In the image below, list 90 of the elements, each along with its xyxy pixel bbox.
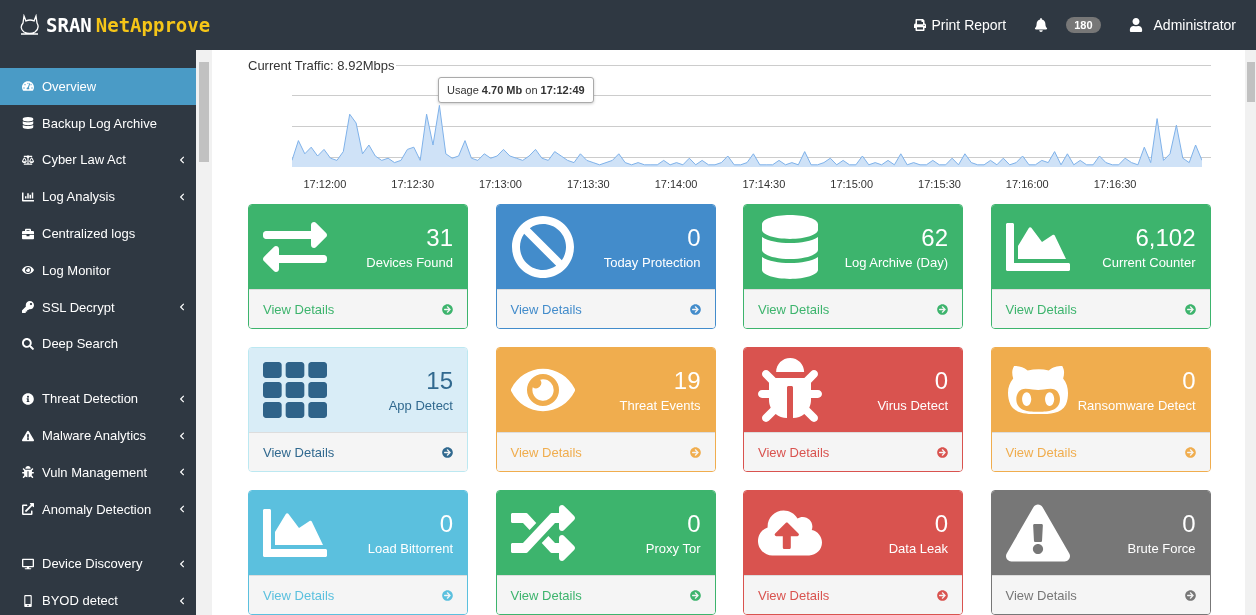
prohibited-icon — [510, 215, 575, 279]
stat-value: 6,102 — [1135, 224, 1196, 252]
arrow-right-icon — [937, 303, 948, 315]
view-details-link[interactable]: View Details — [249, 432, 467, 471]
dashboard-icon — [22, 80, 34, 93]
chart-tooltip: Usage 4.70 Mb on 17:12:49 — [438, 77, 594, 103]
axis-label: 17:16:00 — [1004, 178, 1050, 190]
sidebar-item[interactable]: SSL Decrypt — [0, 288, 196, 326]
sidebar-item[interactable]: Threat Detection — [0, 380, 196, 418]
stat-value: 0 — [439, 510, 453, 538]
stat-label: Proxy Tor — [645, 541, 701, 556]
sidebar-item[interactable]: BYOD detect — [0, 582, 196, 615]
stat-label: Data Leak — [888, 541, 948, 556]
sidebar-item[interactable]: Log Analysis — [0, 178, 196, 216]
stat-value: 0 — [1182, 510, 1196, 538]
stat-label: App Detect — [388, 398, 453, 413]
sidebar-item[interactable]: Log Monitor — [0, 252, 196, 289]
arrow-right-icon — [1184, 589, 1196, 601]
key-icon — [22, 301, 34, 314]
monitor-icon — [22, 557, 34, 570]
info-icon — [22, 392, 34, 405]
axis-label: 17:13:00 — [478, 178, 523, 190]
stat-value: 0 — [934, 510, 948, 538]
arrow-right-icon — [442, 446, 453, 458]
arrow-right-icon — [1184, 446, 1196, 458]
arrow-right-icon — [937, 446, 948, 458]
bell-icon[interactable] — [1034, 18, 1049, 32]
sidebar-item[interactable]: Backup Log Archive — [0, 104, 196, 142]
arrow-right-icon — [1184, 303, 1196, 315]
axis-label: 17:16:30 — [1092, 178, 1138, 190]
arrow-right-icon — [689, 589, 701, 601]
sidebar-item[interactable]: Cyber Law Act — [0, 141, 196, 179]
stat-value: 0 — [687, 510, 701, 538]
user-icon — [1128, 18, 1143, 32]
bar-chart-icon — [22, 190, 34, 203]
briefcase-icon — [22, 227, 34, 240]
axis-label: 17:13:30 — [565, 178, 611, 190]
stat-label: Log Archive (Day) — [844, 255, 948, 270]
stat-label: Today Protection — [603, 255, 701, 270]
bug-icon — [22, 466, 34, 479]
stat-value: 0 — [687, 224, 701, 252]
stat-value: 62 — [921, 224, 948, 252]
view-details-link[interactable]: View Details — [991, 575, 1210, 614]
user-menu[interactable]: Administrator — [1128, 17, 1236, 33]
database-icon — [22, 117, 34, 130]
bug-icon — [758, 358, 822, 422]
axis-label: 17:15:00 — [829, 178, 875, 190]
sidebar-item[interactable]: Vuln Management — [0, 453, 196, 491]
cat-logo-icon — [18, 14, 42, 36]
stat-label: Threat Events — [619, 398, 701, 413]
notification-count: 180 — [1066, 17, 1101, 33]
stat-label: Current Counter — [1102, 255, 1196, 270]
axis-label: 17:14:30 — [741, 178, 787, 190]
brand-name-suffix: NetApprove — [95, 14, 211, 36]
arrow-right-icon — [442, 589, 453, 601]
stat-value: 15 — [426, 367, 453, 395]
search-icon — [22, 337, 34, 350]
stat-label: Devices Found — [366, 255, 453, 270]
brand-name: SRAN — [46, 14, 92, 36]
stat-label: Ransomware Detect — [1077, 398, 1196, 413]
traffic-title: Current Traffic: 8.92Mbps — [248, 58, 395, 73]
arrow-right-icon — [442, 303, 453, 315]
sidebar-item[interactable]: Device Discovery — [0, 545, 196, 583]
arrow-right-icon — [689, 446, 701, 458]
arrow-right-icon — [689, 303, 701, 315]
phone-icon — [22, 594, 34, 607]
eye-icon — [22, 264, 34, 277]
sidebar-item[interactable]: Anomaly Detection — [0, 490, 196, 528]
external-link-icon — [22, 503, 34, 516]
print-report-link[interactable]: Print Report — [914, 17, 1007, 33]
scales-icon — [22, 154, 34, 166]
stat-value: 0 — [934, 367, 948, 395]
warning-icon — [22, 429, 34, 442]
view-details-link[interactable]: View Details — [744, 575, 962, 614]
arrow-right-icon — [937, 589, 948, 601]
stat-label: Brute Force — [1127, 541, 1196, 556]
stat-value: 0 — [1182, 367, 1196, 395]
stat-value: 19 — [673, 367, 701, 395]
stat-label: Load Bittorrent — [367, 541, 453, 556]
axis-label: 17:12:30 — [390, 178, 436, 190]
printer-icon — [914, 19, 927, 31]
axis-label: 17:15:30 — [917, 178, 962, 190]
stat-value: 31 — [426, 224, 453, 252]
sidebar-item[interactable]: Malware Analytics — [0, 417, 196, 454]
axis-label: 17:14:00 — [653, 178, 699, 190]
view-details-link[interactable]: View Details — [744, 432, 962, 471]
sidebar-item[interactable]: Deep Search — [0, 325, 196, 363]
axis-label: 17:12:00 — [302, 178, 348, 190]
stat-label: Virus Detect — [877, 398, 948, 413]
sidebar-item[interactable]: Centralized logs — [0, 215, 196, 252]
